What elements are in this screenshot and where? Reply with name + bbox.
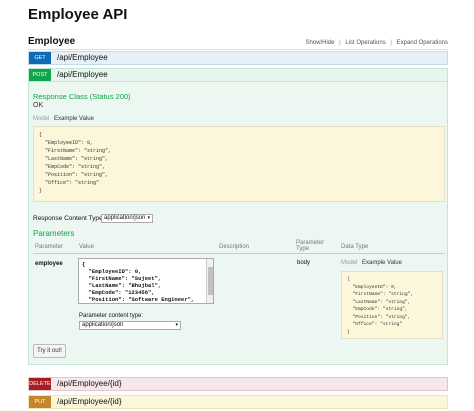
employee-body-textarea[interactable]: { "EmployeeID": 0, "FirstName": "Sujeet"…: [78, 258, 214, 304]
table-header-divider: [33, 253, 445, 254]
json-line: "FirstName": "Sujeet",: [82, 275, 162, 282]
param-content-type-select[interactable]: application/json ▾: [79, 321, 181, 330]
response-status: OK: [33, 102, 44, 109]
operation-put-employee[interactable]: PUT /api/Employee/{id}: [28, 395, 448, 409]
col-parameter: Parameter: [35, 244, 64, 250]
show-hide-link[interactable]: Show/Hide: [305, 40, 334, 46]
datatype-tabs: Model Example Value: [341, 260, 402, 266]
response-content-type-label: Response Content Type: [33, 215, 103, 222]
chevron-down-icon: ▾: [175, 322, 178, 328]
operation-get-employee[interactable]: GET /api/Employee: [28, 51, 448, 65]
json-line: "EmployeeID": 0,: [347, 284, 397, 290]
param-type-value: body: [297, 260, 311, 266]
json-line: "Position": "string",: [39, 172, 109, 178]
scroll-thumb[interactable]: [208, 267, 213, 295]
json-line: "LastName": "string",: [347, 299, 411, 305]
param-name: employee: [35, 261, 63, 267]
divider: [28, 49, 448, 50]
response-tabs: Model Example Value: [33, 116, 94, 122]
json-line: "Office": "string": [347, 322, 403, 327]
json-line: }: [347, 329, 350, 335]
operation-post-employee[interactable]: POST /api/Employee: [28, 68, 448, 82]
api-title: Employee API: [28, 6, 128, 23]
col-parameter-type: Parameter Type: [296, 240, 325, 252]
json-line: "FirstName": "string",: [347, 292, 414, 297]
verb-badge: PUT: [29, 396, 51, 408]
col-data-type: Data Type: [341, 244, 369, 250]
resource-links: Show/Hide | List Operations | Expand Ope…: [302, 40, 448, 46]
json-line: "EmpCode": "123456",: [82, 289, 155, 296]
param-content-type-label: Parameter content type:: [79, 313, 144, 319]
param-content-type-value: application/json: [82, 322, 124, 328]
json-line: "EmployeeID": 0,: [82, 268, 142, 275]
parameters-heading: Parameters: [33, 229, 75, 238]
col-value: Value: [79, 244, 94, 250]
try-it-out-button[interactable]: Try it out!: [33, 344, 66, 358]
response-example-json: { "EmployeeID": 0, "FirstName": "string"…: [33, 126, 445, 202]
json-line: "EmpCode": "string",: [39, 164, 106, 170]
json-line: "LastName": "Bhujbal",: [82, 282, 162, 289]
post-operation-panel: Response Class (Status 200) OK Model Exa…: [28, 82, 448, 365]
json-line: "Office": "string": [39, 180, 100, 186]
example-value-tab[interactable]: Example Value: [54, 116, 94, 122]
separator: |: [339, 40, 341, 46]
operation-path[interactable]: /api/Employee/{id}: [57, 378, 122, 390]
response-class-heading: Response Class (Status 200): [33, 92, 131, 101]
datatype-example-json[interactable]: { "EmployeeID": 0, "FirstName": "string"…: [341, 271, 443, 339]
col-description: Description: [219, 244, 250, 250]
resource-name[interactable]: Employee: [28, 36, 75, 47]
json-line: "Position": "string",: [347, 314, 411, 320]
json-line: "EmployeeID": 0,: [39, 140, 94, 146]
model-tab[interactable]: Model: [33, 116, 49, 122]
json-line: "LastName": "string",: [39, 156, 109, 162]
json-line: {: [39, 132, 43, 138]
verb-badge: GET: [29, 52, 51, 64]
json-line: "Position": "Software Engineer",: [82, 296, 195, 303]
operation-delete-employee[interactable]: DELETE /api/Employee/{id}: [28, 377, 448, 391]
json-line: {: [82, 261, 86, 268]
verb-badge: DELETE: [29, 378, 51, 390]
operation-path[interactable]: /api/Employee: [57, 52, 108, 64]
verb-badge: POST: [29, 69, 51, 81]
model-tab[interactable]: Model: [341, 260, 357, 266]
json-line: {: [347, 277, 350, 282]
operation-path[interactable]: /api/Employee/{id}: [57, 396, 122, 408]
response-content-type-select[interactable]: application/json ▾: [101, 214, 153, 223]
example-value-tab[interactable]: Example Value: [362, 260, 402, 266]
json-line: "FirstName": "string",: [39, 148, 112, 154]
chevron-down-icon: ▾: [147, 215, 150, 221]
json-line: "Office": "Pune": [82, 303, 210, 304]
operation-path[interactable]: /api/Employee: [57, 69, 108, 81]
response-content-type-value: application/json: [104, 215, 146, 221]
json-line: }: [39, 188, 43, 194]
separator: |: [390, 40, 392, 46]
expand-operations-link[interactable]: Expand Operations: [397, 40, 448, 46]
textarea-scrollbar[interactable]: [206, 259, 213, 303]
list-operations-link[interactable]: List Operations: [345, 40, 385, 46]
json-line: "EmpCode": "string",: [347, 307, 408, 312]
